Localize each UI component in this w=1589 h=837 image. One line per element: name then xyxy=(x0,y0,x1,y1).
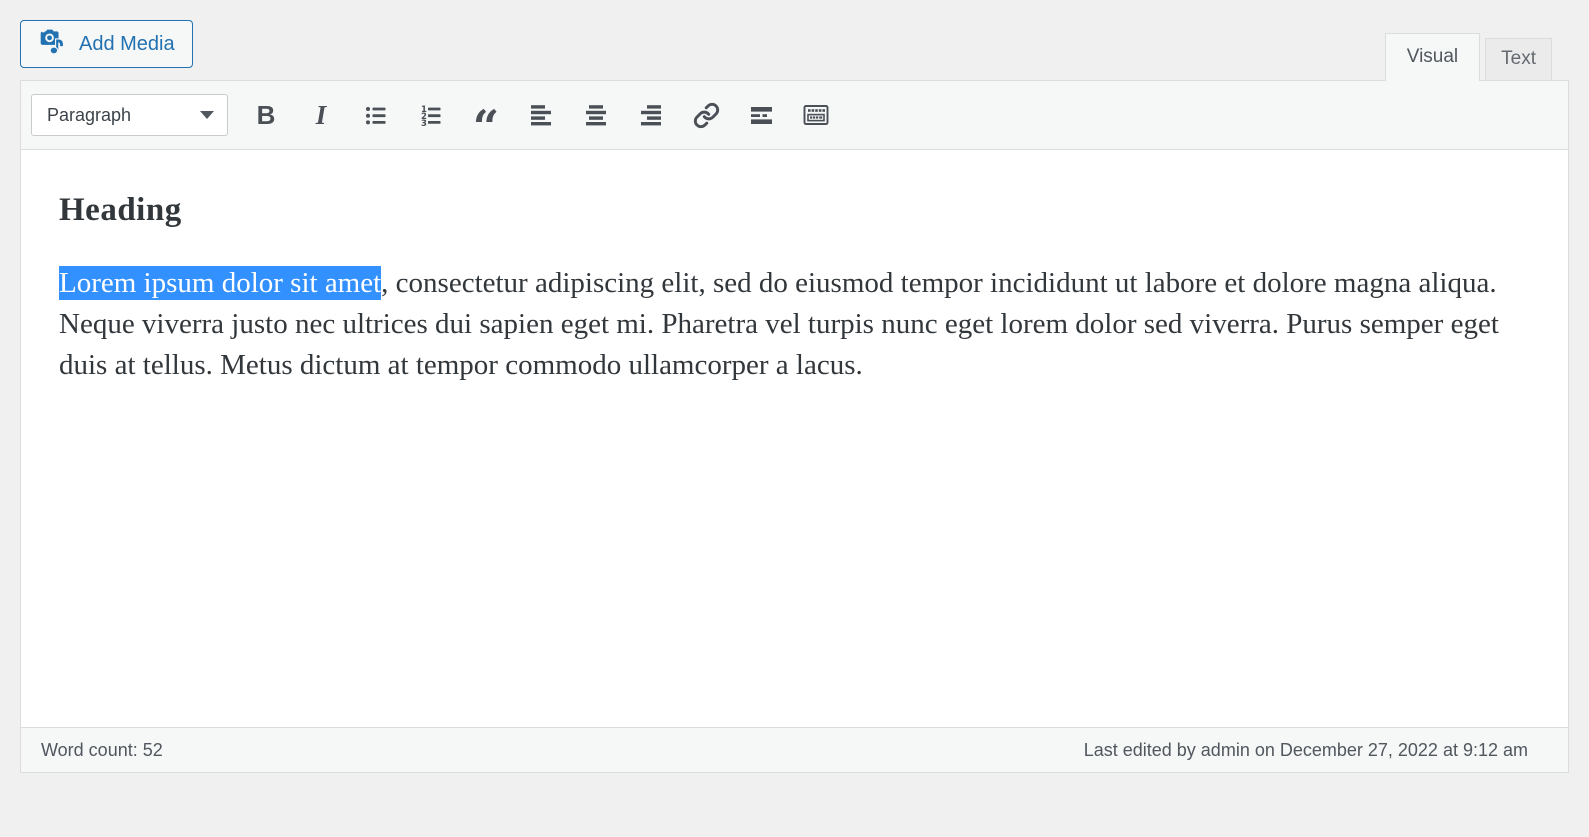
last-edited: Last edited by admin on December 27, 202… xyxy=(1083,739,1528,760)
tab-visual[interactable]: Visual xyxy=(1384,33,1481,81)
numbered-list-button[interactable]: 1 2 3 xyxy=(411,95,451,135)
read-more-icon xyxy=(750,106,772,124)
align-center-icon xyxy=(586,105,606,126)
add-media-button[interactable]: Add Media xyxy=(20,20,193,68)
bold-button[interactable]: B xyxy=(246,95,286,135)
bulleted-list-icon xyxy=(365,106,385,124)
bulleted-list-button[interactable] xyxy=(356,95,396,135)
content-heading: Heading xyxy=(59,192,182,228)
word-count: Word count: 52 xyxy=(41,739,163,760)
editor-statusbar: Word count: 52 Last edited by admin on D… xyxy=(21,727,1568,772)
blockquote-icon: “ xyxy=(472,99,500,154)
svg-text:3: 3 xyxy=(421,119,427,129)
align-right-icon xyxy=(641,105,661,126)
tab-visual-label: Visual xyxy=(1406,46,1459,67)
insert-link-button[interactable] xyxy=(686,95,726,135)
editor-content-area[interactable]: Heading Lorem ipsum dolor sit amet, cons… xyxy=(21,150,1568,727)
format-select-value: Paragraph xyxy=(47,104,132,125)
numbered-list-icon: 1 2 3 xyxy=(421,105,440,129)
align-right-button[interactable] xyxy=(631,95,671,135)
paragraph-format-select[interactable]: Paragraph xyxy=(31,94,228,136)
tab-text-label: Text xyxy=(1501,48,1536,69)
toolbar-toggle-icon xyxy=(803,105,829,125)
bold-icon: B xyxy=(256,100,276,130)
toolbar-toggle-button[interactable] xyxy=(796,95,836,135)
add-media-label: Add Media xyxy=(79,32,175,55)
align-center-button[interactable] xyxy=(576,95,616,135)
chevron-down-icon xyxy=(200,111,214,119)
editor-mode-tabs: Visual Text xyxy=(1384,33,1552,81)
align-left-icon xyxy=(531,105,551,126)
editor-toolbar: Paragraph B I 1 2 3 “ xyxy=(21,81,1568,150)
editor-wrap: Add Media Visual Text Paragraph B I 1 2 … xyxy=(0,0,1589,773)
italic-button[interactable]: I xyxy=(301,95,341,135)
align-left-button[interactable] xyxy=(521,95,561,135)
selected-text: Lorem ipsum dolor sit amet xyxy=(59,266,382,300)
editor-tools: Add Media Visual Text xyxy=(20,20,1569,81)
editor-container: Paragraph B I 1 2 3 “ Heading Lorem ipsu… xyxy=(20,80,1569,773)
media-icon xyxy=(38,26,68,62)
read-more-button[interactable] xyxy=(741,95,781,135)
blockquote-button[interactable]: “ xyxy=(466,95,506,154)
italic-icon: I xyxy=(315,99,327,130)
tab-text[interactable]: Text xyxy=(1485,38,1552,80)
insert-link-icon xyxy=(693,102,719,128)
content-paragraph: Lorem ipsum dolor sit amet, consectetur … xyxy=(59,263,1538,386)
